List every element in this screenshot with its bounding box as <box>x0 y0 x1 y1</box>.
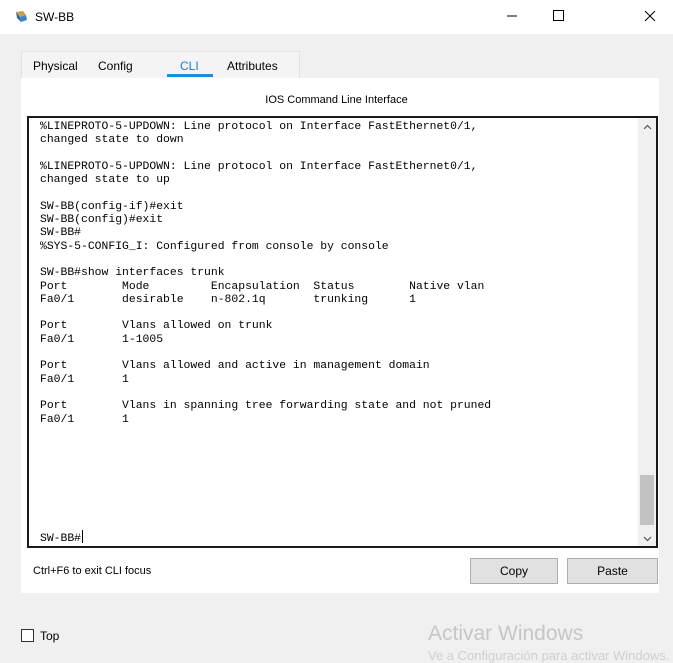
top-checkbox-label: Top <box>40 629 60 643</box>
copy-button[interactable]: Copy <box>470 558 558 584</box>
minimize-icon <box>506 10 518 24</box>
tab-strip: Physical Config CLI Attributes <box>21 51 300 79</box>
top-checkbox[interactable] <box>21 629 34 642</box>
cli-console[interactable]: %LINEPROTO-5-UPDOWN: Line protocol on In… <box>27 116 658 548</box>
close-icon <box>644 10 656 25</box>
window-title: SW-BB <box>35 10 75 24</box>
scroll-up-button[interactable] <box>638 118 656 134</box>
active-tab-indicator <box>167 74 213 77</box>
minimize-button[interactable] <box>489 0 535 34</box>
tab-config[interactable]: Config <box>98 59 133 73</box>
chevron-down-icon <box>643 531 652 545</box>
packet-tracer-switch-icon <box>14 9 30 25</box>
paste-button[interactable]: Paste <box>567 558 658 584</box>
tab-physical[interactable]: Physical <box>33 59 78 73</box>
scroll-down-button[interactable] <box>638 530 656 546</box>
title-bar: SW-BB <box>0 0 673 34</box>
cli-prompt: SW-BB# <box>40 533 82 545</box>
cli-prompt-line[interactable]: SW-BB# <box>40 530 84 546</box>
chevron-up-icon <box>643 119 652 133</box>
close-button[interactable] <box>627 0 673 34</box>
text-cursor <box>82 530 84 543</box>
cli-output: %LINEPROTO-5-UPDOWN: Line protocol on In… <box>40 121 492 426</box>
tab-cli[interactable]: CLI <box>180 59 199 73</box>
activation-watermark-title: Activar Windows <box>428 622 584 645</box>
tab-attributes[interactable]: Attributes <box>227 59 278 73</box>
cli-scrollbar[interactable] <box>638 118 656 546</box>
cli-focus-hint: Ctrl+F6 to exit CLI focus <box>33 565 152 577</box>
maximize-button[interactable] <box>535 0 581 34</box>
scroll-thumb[interactable] <box>640 475 654 525</box>
cli-heading: IOS Command Line Interface <box>265 94 408 106</box>
maximize-icon <box>552 10 564 24</box>
activation-watermark-subtitle: Ve a Configuración para activar Windows. <box>428 648 670 663</box>
